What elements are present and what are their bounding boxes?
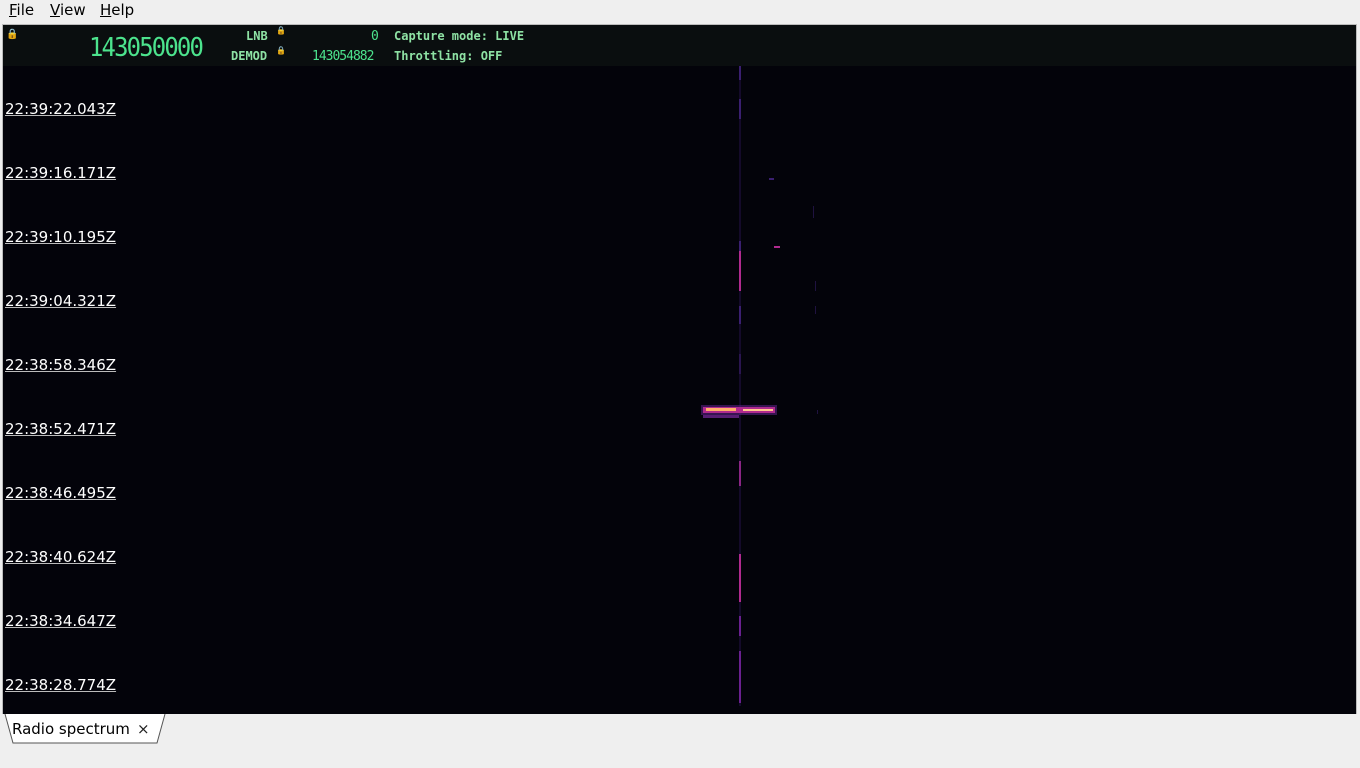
timestamp-label: 22:39:16.171Z <box>5 164 117 182</box>
signal-burst <box>739 99 741 119</box>
signal-burst <box>739 66 741 80</box>
timestamp-label: 22:38:58.346Z <box>5 356 117 374</box>
wideband-burst-tail <box>703 415 739 418</box>
signal-burst <box>739 554 741 602</box>
waterfall-canvas <box>701 66 818 706</box>
demod-label: DEMOD <box>231 49 268 63</box>
capture-mode-status: Capture mode: LIVE <box>394 29 525 43</box>
timestamp-label: 22:39:22.043Z <box>5 100 117 118</box>
signal-speck <box>774 246 780 248</box>
wideband-burst-core <box>743 409 773 411</box>
lnb-lock-icon[interactable]: 🔒 <box>276 26 286 35</box>
timestamp-label: 22:38:40.624Z <box>5 548 117 566</box>
carrier-trace <box>739 66 741 706</box>
spectrum-view: 🔒 143050000 LNB 🔒 0 DEMOD 🔒 143054882 Ca… <box>2 24 1357 715</box>
timestamp-label: 22:38:46.495Z <box>5 484 117 502</box>
demod-value[interactable]: 143054882 <box>312 49 374 64</box>
throttling-status: Throttling: OFF <box>394 49 503 63</box>
timestamp-label: 22:39:04.321Z <box>5 292 117 310</box>
menu-help[interactable]: Help <box>100 1 134 19</box>
main-frequency-display[interactable]: 143050000 <box>89 33 204 63</box>
menubar: File View Help <box>0 0 1360 22</box>
timestamp-label: 22:38:52.471Z <box>5 420 117 438</box>
signal-burst <box>739 306 741 324</box>
signal-speck <box>813 206 814 218</box>
wideband-burst-core <box>706 408 736 411</box>
signal-speck <box>815 281 816 291</box>
tab-bar: Radio spectrum × <box>0 714 1360 768</box>
timestamp-label: 22:38:28.774Z <box>5 676 117 694</box>
signal-burst <box>739 251 741 291</box>
signal-burst <box>739 461 741 486</box>
demod-lock-icon[interactable]: 🔒 <box>276 46 286 55</box>
signal-burst <box>739 241 741 251</box>
lnb-value[interactable]: 0 <box>371 29 379 44</box>
signal-speck <box>817 410 818 414</box>
signal-burst <box>739 616 741 636</box>
menu-file[interactable]: File <box>9 1 34 19</box>
menu-view[interactable]: View <box>50 1 86 19</box>
lnb-label: LNB <box>246 29 268 43</box>
signal-speck <box>815 306 816 314</box>
timestamp-label: 22:38:34.647Z <box>5 612 117 630</box>
signal-burst <box>739 651 741 703</box>
timestamp-label: 22:39:10.195Z <box>5 228 117 246</box>
signal-burst <box>739 354 741 374</box>
frequency-header: 🔒 143050000 LNB 🔒 0 DEMOD 🔒 143054882 Ca… <box>3 25 1356 66</box>
tab-label: Radio spectrum <box>12 720 130 738</box>
tab-radio-spectrum[interactable]: Radio spectrum × <box>4 714 166 744</box>
close-icon[interactable]: × <box>137 720 150 738</box>
waterfall-display[interactable]: 22:39:22.043Z 22:39:16.171Z 22:39:10.195… <box>3 66 1356 714</box>
signal-speck <box>769 178 774 180</box>
frequency-lock-icon[interactable]: 🔒 <box>6 29 18 40</box>
